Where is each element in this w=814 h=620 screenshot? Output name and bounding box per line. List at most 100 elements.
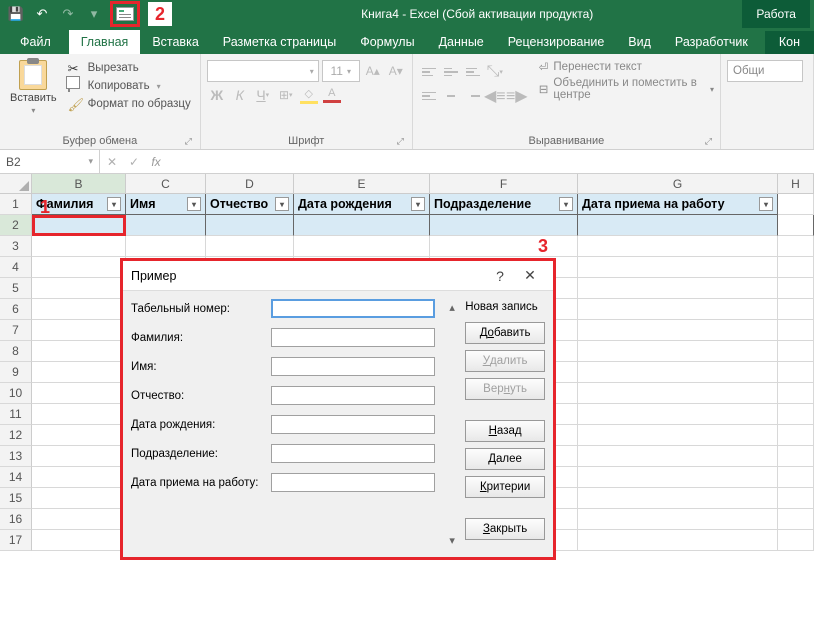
next-button[interactable]: Далее [465,448,545,470]
cell[interactable] [32,362,126,383]
cell[interactable] [778,425,814,446]
cell[interactable] [32,383,126,404]
tab-developer[interactable]: Разработчик [663,31,760,54]
cell[interactable] [778,383,814,404]
cell[interactable] [32,320,126,341]
font-size-combo[interactable]: 11▾ [322,60,360,82]
cell[interactable] [778,467,814,488]
align-center-icon[interactable] [441,86,461,106]
row-header[interactable]: 1 [0,194,32,215]
orientation-icon[interactable]: ⤡▾ [485,62,505,82]
increase-indent-icon[interactable]: ≡▶ [507,86,527,106]
row-header[interactable]: 4 [0,257,32,278]
cell[interactable] [778,488,814,509]
row-header[interactable]: 2 [0,215,32,236]
help-icon[interactable]: ? [485,268,515,284]
underline-button[interactable]: Ч▾ [253,85,273,105]
col-header[interactable]: E [294,174,430,194]
department-input[interactable] [271,444,435,463]
cell[interactable] [778,257,814,278]
row-header[interactable]: 17 [0,530,32,551]
prev-button[interactable]: Назад [465,420,545,442]
row-header[interactable]: 6 [0,299,32,320]
borders-button[interactable]: ⊞▾ [276,85,296,105]
cell[interactable] [32,530,126,551]
cell[interactable] [778,194,814,215]
cell[interactable] [578,320,778,341]
cell[interactable] [578,278,778,299]
row-header[interactable]: 16 [0,509,32,530]
fill-color-button[interactable]: ◇ [299,85,319,105]
bold-button[interactable]: Ж [207,85,227,105]
cell[interactable] [778,404,814,425]
format-painter-button[interactable]: 🖌Формат по образцу [65,96,194,112]
close-button[interactable]: Закрыть [465,518,545,540]
col-header[interactable]: C [126,174,206,194]
cell[interactable] [578,215,778,236]
hiredate-input[interactable] [271,473,435,492]
table-header-cell[interactable]: Дата рождения▾ [294,194,430,215]
decrease-indent-icon[interactable]: ◀≡ [485,86,505,106]
cell[interactable] [578,383,778,404]
cell[interactable] [578,509,778,530]
cell[interactable] [578,257,778,278]
cell[interactable] [778,341,814,362]
cell[interactable] [778,509,814,530]
firstname-input[interactable] [271,357,435,376]
col-header[interactable]: H [778,174,814,194]
cell[interactable] [578,446,778,467]
col-header[interactable]: B [32,174,126,194]
filter-icon[interactable]: ▾ [187,197,201,211]
number-format-combo[interactable]: Общи [727,60,803,82]
tab-formulas[interactable]: Формулы [348,31,426,54]
cell[interactable] [32,257,126,278]
scroll-down-icon[interactable]: ▾ [449,534,455,547]
tab-insert[interactable]: Вставка [140,31,210,54]
row-header[interactable]: 5 [0,278,32,299]
cancel-icon[interactable]: ✕ [104,155,120,169]
cell[interactable] [32,425,126,446]
cut-button[interactable]: ✂Вырезать [65,60,194,76]
cell[interactable] [778,236,814,257]
align-bottom-icon[interactable] [463,62,483,82]
undo-icon[interactable]: ↶ [30,3,54,25]
tab-review[interactable]: Рецензирование [496,31,617,54]
cell[interactable] [32,341,126,362]
cell[interactable] [32,236,126,257]
cell[interactable] [778,320,814,341]
align-right-icon[interactable] [463,86,483,106]
cell[interactable] [294,236,430,257]
enter-icon[interactable]: ✓ [126,155,142,169]
cell[interactable] [126,236,206,257]
row-header[interactable]: 12 [0,425,32,446]
cell[interactable] [32,488,126,509]
row-header[interactable]: 7 [0,320,32,341]
criteria-button[interactable]: Критерии [465,476,545,498]
cell[interactable] [578,467,778,488]
select-all-corner[interactable] [0,174,32,194]
cell[interactable] [32,509,126,530]
name-box[interactable]: B2▾ [0,150,100,173]
birthdate-input[interactable] [271,415,435,434]
cell[interactable] [578,236,778,257]
row-header[interactable]: 8 [0,341,32,362]
cell[interactable] [32,404,126,425]
active-cell[interactable] [32,215,126,236]
tab-contextual[interactable]: Кон [765,31,814,54]
copy-button[interactable]: Копировать▾ [65,78,194,94]
cell[interactable] [578,404,778,425]
patronymic-input[interactable] [271,386,435,405]
row-header[interactable]: 3 [0,236,32,257]
row-header[interactable]: 10 [0,383,32,404]
cell[interactable] [778,362,814,383]
cell[interactable] [430,215,578,236]
cell[interactable] [578,341,778,362]
save-icon[interactable]: 💾 [4,3,28,25]
tab-home[interactable]: Главная [69,30,141,54]
delete-button[interactable]: Удалить [465,350,545,372]
form-icon[interactable] [116,7,134,21]
cell[interactable] [578,299,778,320]
row-header[interactable]: 14 [0,467,32,488]
cell[interactable] [578,530,778,551]
tab-layout[interactable]: Разметка страницы [211,31,348,54]
